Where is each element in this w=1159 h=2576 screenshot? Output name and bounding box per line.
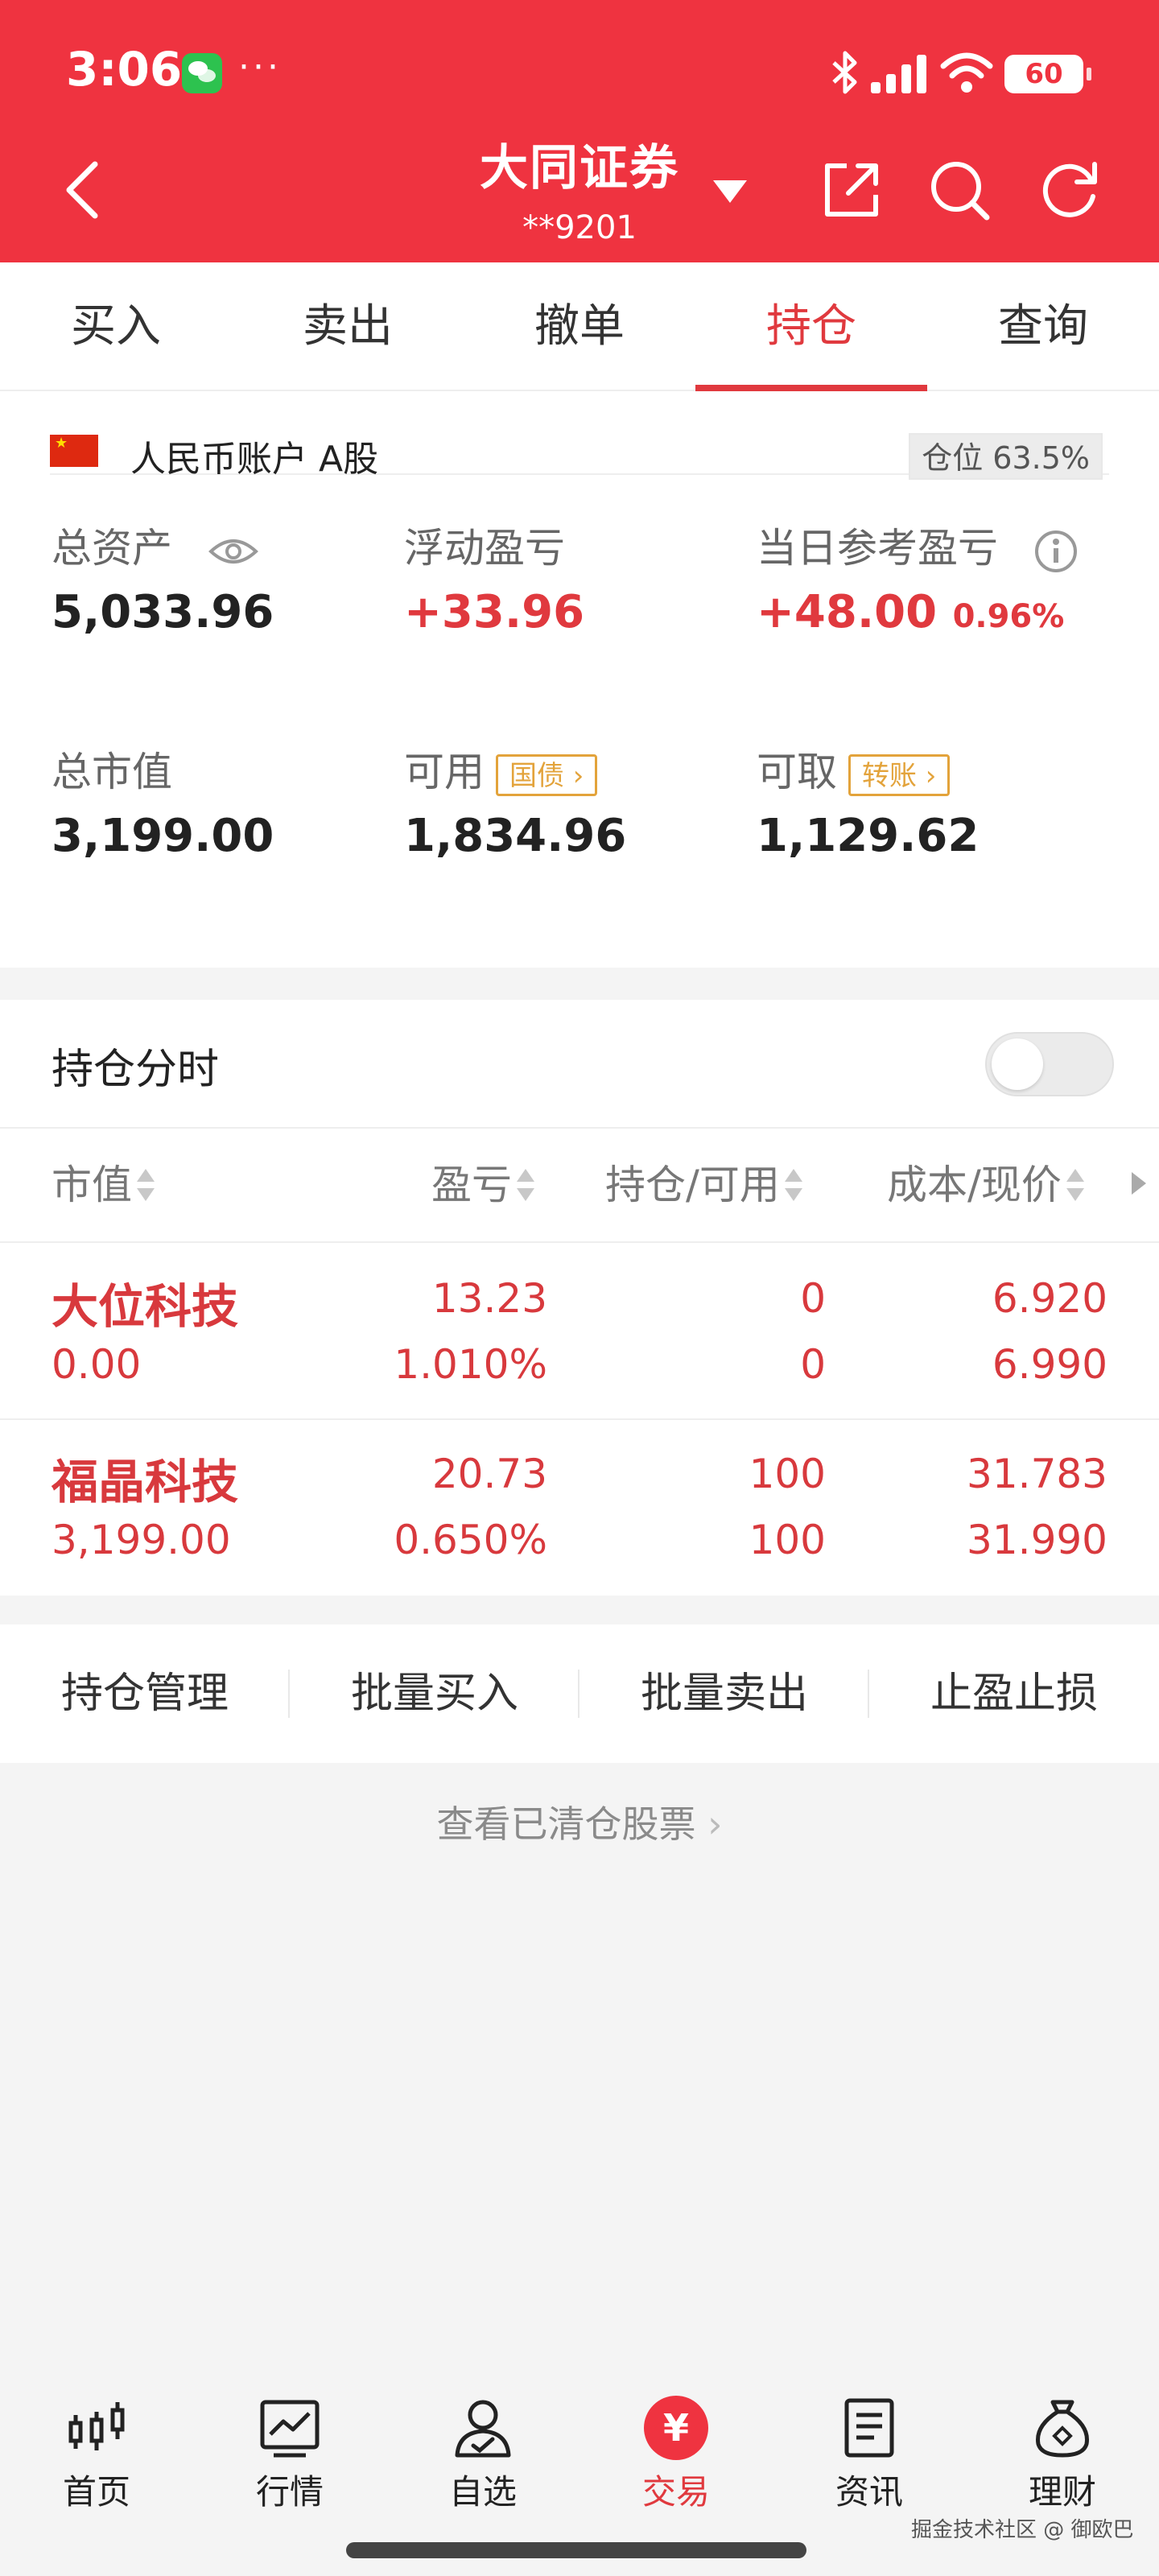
nav-watchlist[interactable]: 自选 xyxy=(386,2396,580,2514)
wifi-icon xyxy=(940,52,993,93)
column-position-available[interactable]: 持仓/可用 xyxy=(605,1129,802,1241)
market-value-value: 3,199.00 xyxy=(52,810,274,862)
tab-sell[interactable]: 卖出 xyxy=(232,262,464,391)
holdings-actions-bar: 持仓管理 批量买入 批量卖出 止盈止损 xyxy=(0,1624,1159,1763)
sort-icon xyxy=(517,1168,534,1201)
market-value-label: 总市值 xyxy=(52,749,172,795)
view-cleared-stocks-link[interactable]: 查看已清仓股票 › xyxy=(0,1795,1159,1848)
account-type-label: 人民币账户 A股 xyxy=(130,439,379,480)
asset-summary-card: 人民币账户 A股 仓位 63.5% 总资产 5,033.96 浮动盈亏 +33.… xyxy=(0,391,1159,968)
sort-icon xyxy=(784,1168,802,1201)
china-flag-icon xyxy=(50,435,98,467)
metric-withdrawable: 可取 转账 › 1,129.62 xyxy=(757,744,1103,862)
wechat-icon xyxy=(182,53,222,93)
tab-query[interactable]: 查询 xyxy=(927,262,1159,391)
available-label: 可用 xyxy=(404,749,485,795)
withdrawable-value: 1,129.62 xyxy=(757,810,980,862)
document-icon xyxy=(844,2398,894,2458)
stock-market-value: 3,199.00 xyxy=(52,1517,231,1563)
column-cost-price[interactable]: 成本/现价 xyxy=(887,1129,1084,1241)
account-dropdown-icon[interactable] xyxy=(711,177,749,206)
holding-row[interactable]: 福晶科技 3,199.00 20.73 0.650% 100 100 31.78… xyxy=(0,1420,1159,1597)
search-button[interactable] xyxy=(927,158,992,222)
eye-icon[interactable] xyxy=(208,535,259,568)
tab-buy[interactable]: 买入 xyxy=(0,262,232,391)
stock-price: 31.990 xyxy=(967,1517,1107,1563)
stock-name: 大位科技 xyxy=(52,1279,239,1334)
app-header: 3:06 ··· 60 大同证券 **9201 xyxy=(0,0,1159,262)
share-button[interactable] xyxy=(819,158,884,222)
nav-home[interactable]: 首页 xyxy=(0,2396,193,2514)
total-assets-label: 总资产 xyxy=(52,525,172,572)
battery-indicator: 60 xyxy=(1004,55,1091,93)
daily-pl-label: 当日参考盈亏 xyxy=(757,525,998,572)
money-bag-icon xyxy=(1036,2400,1089,2458)
batch-sell-button[interactable]: 批量卖出 xyxy=(580,1624,869,1763)
bluetooth-icon xyxy=(832,51,857,94)
sort-icon xyxy=(1066,1168,1084,1201)
more-notifications-icon: ··· xyxy=(238,47,282,88)
metric-total-assets: 总资产 5,033.96 xyxy=(52,520,398,638)
holding-row[interactable]: 大位科技 0.00 13.23 1.010% 0 0 6.920 6.990 xyxy=(0,1243,1159,1420)
yuan-icon: ¥ xyxy=(644,2396,708,2460)
tab-cancel-order[interactable]: 撤单 xyxy=(464,262,695,391)
info-icon[interactable] xyxy=(1033,529,1079,574)
daily-pl-value: +48.00 xyxy=(757,586,938,638)
column-pl[interactable]: 盈亏 xyxy=(431,1129,534,1241)
metric-floating-pl: 浮动盈亏 +33.96 xyxy=(404,520,750,638)
holdings-management-button[interactable]: 持仓管理 xyxy=(0,1624,290,1763)
person-check-icon xyxy=(455,2400,511,2458)
holdings-card: 持仓分时 市值 盈亏 持仓/可用 成本/现价 大位科技 0.00 13.23 1… xyxy=(0,1000,1159,1596)
nav-news[interactable]: 资讯 xyxy=(773,2396,966,2514)
total-assets-value: 5,033.96 xyxy=(52,586,274,638)
trade-tabs: 买入 卖出 撤单 持仓 查询 xyxy=(0,262,1159,391)
withdrawable-label: 可取 xyxy=(757,749,837,795)
stock-price: 6.990 xyxy=(992,1341,1107,1388)
metric-market-value: 总市值 3,199.00 xyxy=(52,744,398,862)
status-time: 3:06 xyxy=(66,42,183,97)
account-line: 人民币账户 A股 仓位 63.5% xyxy=(50,415,1109,480)
cellular-signal-icon xyxy=(871,55,927,93)
stock-pl: 20.73 xyxy=(431,1451,547,1497)
holdings-intraday-title: 持仓分时 xyxy=(52,1046,220,1094)
stock-cost: 6.920 xyxy=(992,1275,1107,1322)
stock-available: 0 xyxy=(800,1341,826,1388)
chevron-right-icon: › xyxy=(707,1802,723,1846)
batch-buy-button[interactable]: 批量买入 xyxy=(290,1624,580,1763)
tab-holdings[interactable]: 持仓 xyxy=(695,262,927,391)
scroll-right-icon[interactable] xyxy=(1132,1172,1146,1195)
daily-pl-percent: 0.96% xyxy=(952,598,1065,635)
metric-available: 可用 国债 › 1,834.96 xyxy=(404,744,750,862)
position-ratio-badge: 仓位 63.5% xyxy=(909,433,1103,480)
refresh-button[interactable] xyxy=(1038,158,1103,222)
home-indicator[interactable] xyxy=(346,2542,806,2558)
metric-daily-pl: 当日参考盈亏 +48.00 0.96% xyxy=(757,520,1127,638)
stock-pl-percent: 0.650% xyxy=(394,1517,547,1563)
holdings-intraday-toggle[interactable] xyxy=(985,1032,1114,1096)
stock-name: 福晶科技 xyxy=(52,1455,239,1509)
chart-icon xyxy=(260,2400,320,2458)
stock-pl-percent: 1.010% xyxy=(394,1341,547,1388)
stock-position: 0 xyxy=(800,1275,826,1322)
transfer-tag[interactable]: 转账 › xyxy=(848,753,951,796)
nav-wealth[interactable]: 理财 xyxy=(966,2396,1159,2514)
available-value: 1,834.96 xyxy=(404,810,627,862)
treasury-bond-tag[interactable]: 国债 › xyxy=(496,753,598,796)
holdings-table-header: 市值 盈亏 持仓/可用 成本/现价 xyxy=(0,1127,1159,1243)
floating-pl-label: 浮动盈亏 xyxy=(404,525,565,572)
take-profit-stop-loss-button[interactable]: 止盈止损 xyxy=(869,1624,1159,1763)
stock-market-value: 0.00 xyxy=(52,1341,142,1388)
nav-market[interactable]: 行情 xyxy=(193,2396,386,2514)
nav-trade[interactable]: ¥ 交易 xyxy=(580,2396,773,2514)
stock-pl: 13.23 xyxy=(431,1275,547,1322)
stock-cost: 31.783 xyxy=(967,1451,1107,1497)
column-market-value[interactable]: 市值 xyxy=(52,1129,155,1241)
floating-pl-value: +33.96 xyxy=(404,586,585,638)
watermark-text: 掘金技术社区 @ 御欧巴 xyxy=(911,2518,1134,2542)
stock-position: 100 xyxy=(749,1451,826,1497)
stock-available: 100 xyxy=(749,1517,826,1563)
sort-icon xyxy=(137,1168,155,1201)
candlestick-icon xyxy=(68,2402,125,2450)
status-bar: 3:06 ··· 60 xyxy=(0,0,1159,145)
